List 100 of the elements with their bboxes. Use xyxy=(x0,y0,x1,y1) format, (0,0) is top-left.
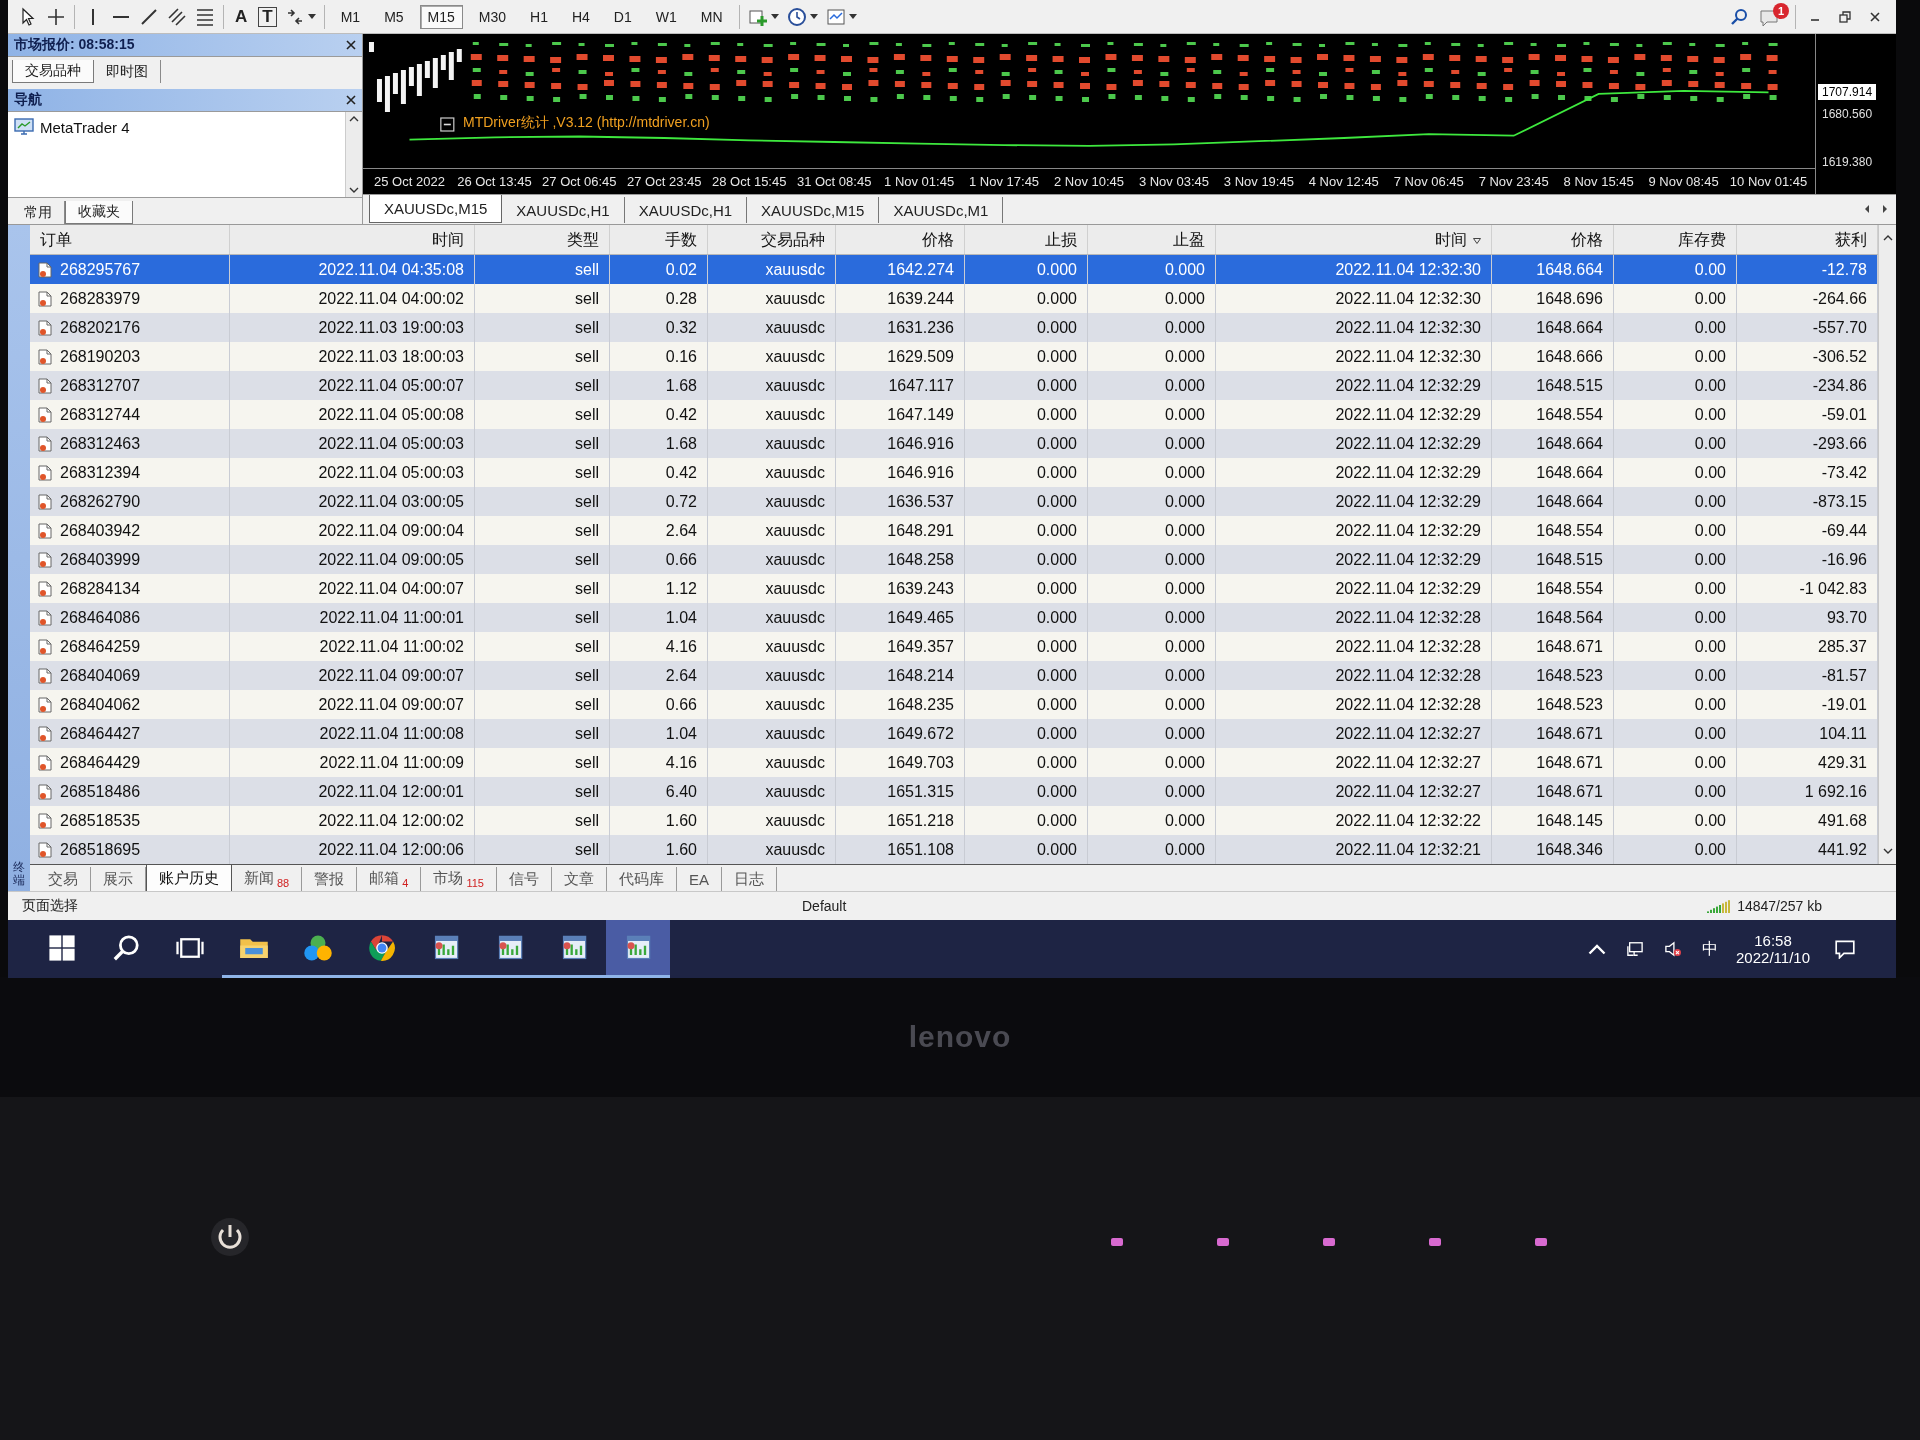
timeframe-button[interactable]: M30 xyxy=(470,4,515,29)
column-header[interactable]: 手数 xyxy=(610,225,708,254)
caret-icon[interactable] xyxy=(848,14,857,19)
time-axis-label: 10 Nov 01:45 xyxy=(1729,174,1808,189)
line-chart-icon[interactable] xyxy=(825,6,846,27)
table-row[interactable]: 268404062 2022.11.04 09:00:07 sell 0.66 xauusdc 1648.235 0.000 0.000 2022.11.04 12:32:28 1648.523 0.00 -19.01 xyxy=(30,690,1878,719)
text-label-tool-button[interactable]: T xyxy=(258,6,277,27)
terminal-tab[interactable]: 交易 xyxy=(36,867,91,891)
brand-logo: lenovo xyxy=(908,1020,1012,1054)
column-header[interactable]: 止损 xyxy=(965,225,1088,254)
crosshair-icon[interactable] xyxy=(46,6,66,27)
timeframe-button[interactable]: M1 xyxy=(332,4,369,29)
table-row[interactable]: 268464427 2022.11.04 11:00:08 sell 1.04 xauusdc 1649.672 0.000 0.000 2022.11.04 12:32:27 1648.671 0.00 104.11 xyxy=(30,719,1878,748)
table-row[interactable]: 268518486 2022.11.04 12:00:01 sell 6.40 xauusdc 1651.315 0.000 0.000 2022.11.04 12:32:27 1648.671 0.00 1 692.16 xyxy=(30,777,1878,806)
terminal-tab[interactable]: 代码库 xyxy=(606,867,677,891)
table-row[interactable]: 268295767 2022.11.04 04:35:08 sell 0.02 xauusdc 1642.274 0.000 0.000 2022.11.04 12:32:30 1648.664 0.00 -12.78 xyxy=(30,255,1878,284)
minus-box-icon[interactable] xyxy=(440,117,455,132)
table-row[interactable]: 268464086 2022.11.04 11:00:01 sell 1.04 xauusdc 1649.465 0.000 0.000 2022.11.04 12:32:28 1648.564 0.00 93.70 xyxy=(30,603,1878,632)
scroll-up-icon xyxy=(1882,235,1893,241)
timeframe-button[interactable]: H4 xyxy=(563,4,598,29)
table-row[interactable]: 268403999 2022.11.04 09:00:05 sell 0.66 xauusdc 1648.258 0.000 0.000 2022.11.04 12:32:29 1648.515 0.00 -16.96 xyxy=(30,545,1878,574)
volume-muted-icon[interactable] xyxy=(1664,941,1683,957)
table-row[interactable]: 268312394 2022.11.04 05:00:03 sell 0.42 xauusdc 1646.916 0.000 0.000 2022.11.04 12:32:29 1648.664 0.00 -73.42 xyxy=(30,458,1878,487)
search-icon[interactable] xyxy=(1729,6,1749,27)
close-icon[interactable] xyxy=(346,40,356,50)
terminal-tab[interactable]: EA xyxy=(676,867,722,891)
table-row[interactable]: 268312744 2022.11.04 05:00:08 sell 0.42 xauusdc 1647.149 0.000 0.000 2022.11.04 12:32:29 1648.554 0.00 -59.01 xyxy=(30,400,1878,429)
clock-icon[interactable] xyxy=(786,6,807,27)
table-row[interactable]: 268403942 2022.11.04 09:00:04 sell 2.64 xauusdc 1648.291 0.000 0.000 2022.11.04 12:32:29 1648.554 0.00 -69.44 xyxy=(30,516,1878,545)
caret-icon[interactable] xyxy=(770,14,779,19)
timeframe-button[interactable]: M15 xyxy=(419,4,463,29)
table-row[interactable]: 268284134 2022.11.04 04:00:07 sell 1.12 xauusdc 1639.243 0.000 0.000 2022.11.04 12:32:29 1648.554 0.00 -1 042.83 xyxy=(30,574,1878,603)
restore-icon[interactable] xyxy=(1838,9,1852,24)
vertical-scrollbar[interactable] xyxy=(345,112,362,197)
input-method-indicator[interactable]: 中 xyxy=(1702,938,1719,960)
chart-tab[interactable]: XAUUSDc,M15 xyxy=(369,195,503,223)
scroll-left-icon[interactable] xyxy=(1864,204,1870,214)
terminal-tab[interactable]: 账户历史 xyxy=(146,865,232,892)
timeframe-button[interactable]: M5 xyxy=(376,4,412,29)
vertical-scrollbar[interactable] xyxy=(1878,225,1896,864)
table-row[interactable]: 268262790 2022.11.04 03:00:05 sell 0.72 xauusdc 1636.537 0.000 0.000 2022.11.04 12:32:29 1648.664 0.00 -873.15 xyxy=(30,487,1878,516)
column-header[interactable]: 时间 xyxy=(1216,225,1492,254)
table-cell: sell xyxy=(475,835,610,864)
power-icon[interactable] xyxy=(210,1217,250,1257)
table-row[interactable]: 268518535 2022.11.04 12:00:02 sell 1.60 xauusdc 1651.218 0.000 0.000 2022.11.04 12:32:22 1648.145 0.00 491.68 xyxy=(30,806,1878,835)
diagonal-lines-icon[interactable] xyxy=(167,6,187,27)
close-icon[interactable] xyxy=(346,95,356,105)
column-header[interactable]: 类型 xyxy=(475,225,610,254)
terminal-tab[interactable]: 文章 xyxy=(551,867,607,891)
column-header[interactable]: 价格 xyxy=(836,225,965,254)
connection-bars-icon xyxy=(1707,899,1732,913)
text-tool-button[interactable]: A xyxy=(232,6,251,27)
table-cell: 268312463 xyxy=(60,434,141,453)
column-header[interactable]: 价格 xyxy=(1492,225,1614,254)
terminal-tab[interactable]: 日志 xyxy=(721,867,777,891)
time-axis-label: 3 Nov 03:45 xyxy=(1138,174,1209,189)
table-row[interactable]: 268190203 2022.11.03 18:00:03 sell 0.16 xauusdc 1629.509 0.000 0.000 2022.11.04 12:32:30 1648.666 0.00 -306.52 xyxy=(30,342,1878,371)
trend-line-icon[interactable] xyxy=(139,6,159,27)
caret-icon[interactable] xyxy=(809,14,818,19)
notifications-button[interactable]: 1 xyxy=(1757,3,1787,30)
table-row[interactable]: 268202176 2022.11.03 19:00:03 sell 0.32 xauusdc 1631.236 0.000 0.000 2022.11.04 12:32:30 1648.664 0.00 -557.70 xyxy=(30,313,1878,342)
column-header[interactable]: 订单 xyxy=(30,225,230,254)
chat-bubble-icon xyxy=(1759,8,1779,27)
chart-tab[interactable]: XAUUSDc,H1 xyxy=(502,197,625,223)
chart-tab[interactable]: XAUUSDc,M15 xyxy=(747,197,880,223)
scroll-right-icon[interactable] xyxy=(1882,204,1888,214)
horizontal-lines-icon[interactable] xyxy=(195,6,215,27)
terminal-tab[interactable]: 警报 xyxy=(302,867,358,891)
table-row[interactable]: 268464429 2022.11.04 11:00:09 sell 4.16 xauusdc 1649.703 0.000 0.000 2022.11.04 12:32:27 1648.671 0.00 429.31 xyxy=(30,748,1878,777)
column-header[interactable]: 时间 xyxy=(230,225,475,254)
indicator-light-icon xyxy=(1428,1237,1442,1247)
terminal-tab[interactable]: 市场 $_{115}$ xyxy=(421,867,497,891)
column-header[interactable]: 交易品种 xyxy=(708,225,836,254)
indicator-label: MTDriver统计 ,V3.12 (http://mtdriver.cn) xyxy=(463,114,710,132)
close-icon[interactable] xyxy=(1868,9,1882,24)
table-row[interactable]: 268312463 2022.11.04 05:00:03 sell 1.68 xauusdc 1646.916 0.000 0.000 2022.11.04 12:32:29 1648.664 0.00 -293.66 xyxy=(30,429,1878,458)
speech-bubble-icon[interactable] xyxy=(1834,939,1856,959)
table-row[interactable]: 268404069 2022.11.04 09:00:07 sell 2.64 xauusdc 1648.214 0.000 0.000 2022.11.04 12:32:28 1648.523 0.00 -81.57 xyxy=(30,661,1878,690)
timeframe-button[interactable]: W1 xyxy=(647,4,685,29)
tree-item[interactable]: MetaTrader 4 xyxy=(40,118,130,136)
column-header[interactable]: 止盈 xyxy=(1088,225,1216,254)
network-icon[interactable] xyxy=(1626,941,1645,957)
terminal-tab[interactable]: 新闻 $_{88}$ xyxy=(232,867,303,891)
timeframe-button[interactable]: MN xyxy=(692,4,731,29)
column-header[interactable]: 库存费 xyxy=(1614,225,1737,254)
panel-tab[interactable]: 即时图 xyxy=(94,60,161,83)
terminal-tab[interactable]: 邮箱 $_{4}$ xyxy=(357,867,422,891)
timeframe-button[interactable]: D1 xyxy=(605,4,640,29)
tab-count: 115 xyxy=(466,877,484,889)
caret-icon[interactable] xyxy=(307,14,316,19)
terminal-tab[interactable]: 信号 xyxy=(496,867,552,891)
panel-tab[interactable]: 收藏夹 xyxy=(65,201,133,224)
chart-tab[interactable]: XAUUSDc,H1 xyxy=(624,197,748,223)
timeframe-button[interactable]: H1 xyxy=(522,4,556,29)
table-row[interactable]: 268283979 2022.11.04 04:00:02 sell 0.28 xauusdc 1639.244 0.000 0.000 2022.11.04 12:32:30 1648.696 0.00 -264.66 xyxy=(30,284,1878,313)
chart-tab[interactable]: XAUUSDc,M1 xyxy=(879,197,1004,223)
table-row[interactable]: 268464259 2022.11.04 11:00:02 sell 4.16 xauusdc 1649.357 0.000 0.000 2022.11.04 12:32:28 1648.671 0.00 285.37 xyxy=(30,632,1878,661)
table-row[interactable]: 268518695 2022.11.04 12:00:06 sell 1.60 xauusdc 1651.108 0.000 0.000 2022.11.04 12:32:21 1648.346 0.00 441.92 xyxy=(30,835,1878,864)
table-row[interactable]: 268312707 2022.11.04 05:00:07 sell 1.68 xauusdc 1647.117 0.000 0.000 2022.11.04 12:32:29 1648.515 0.00 -234.86 xyxy=(30,371,1878,400)
panel-tab[interactable]: 交易品种 xyxy=(12,60,94,83)
